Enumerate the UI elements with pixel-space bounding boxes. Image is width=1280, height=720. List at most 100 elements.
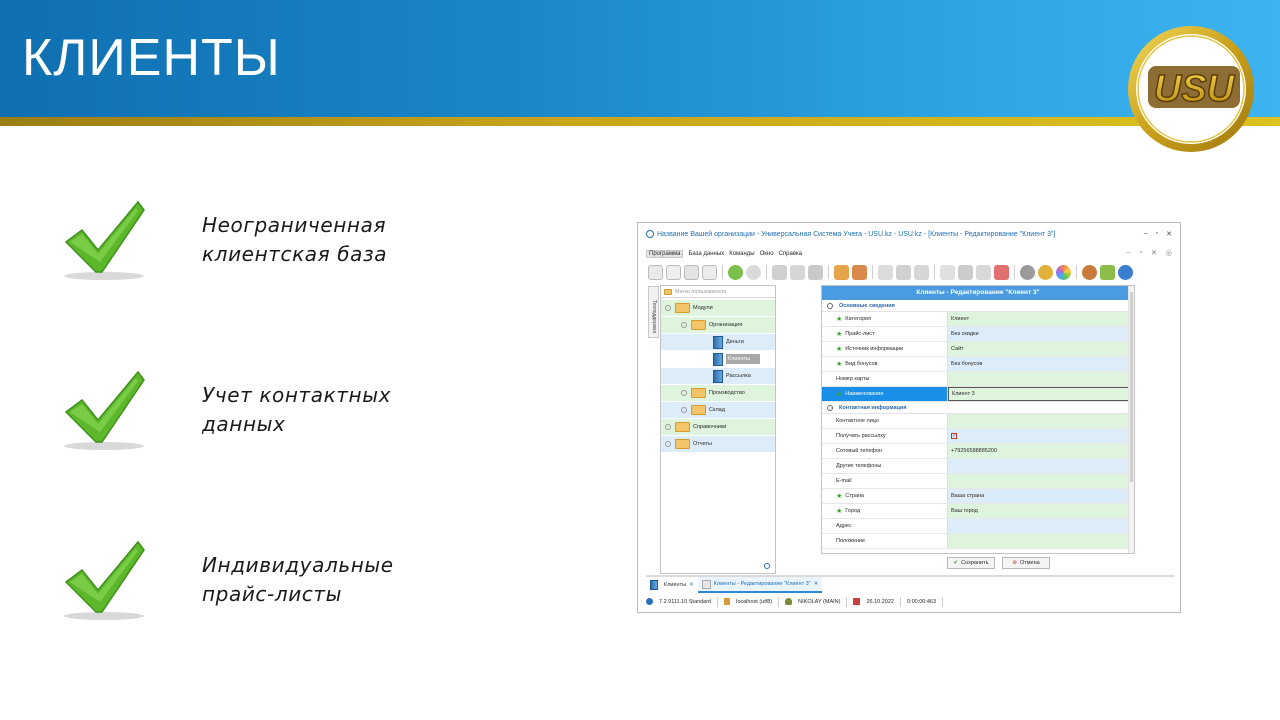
- tree-item-modules[interactable]: Модули: [661, 300, 775, 316]
- tab-client-edit[interactable]: Клиенты - Редактирование "Клиент 3" ✕: [697, 577, 823, 593]
- add-column-icon[interactable]: [940, 264, 955, 280]
- edit-icon[interactable]: [684, 264, 699, 280]
- book-icon: [713, 369, 723, 383]
- users-icon[interactable]: [1100, 264, 1115, 280]
- feature-2: Учет контактных данных: [202, 381, 391, 439]
- menu-help[interactable]: Справка: [779, 251, 803, 257]
- mailing-checkbox[interactable]: ✓: [951, 433, 957, 439]
- minimize-icon[interactable]: –: [1144, 230, 1148, 238]
- filter-icon[interactable]: [772, 264, 787, 280]
- support-side-tab[interactable]: Техподдержка: [648, 286, 659, 338]
- search-icon[interactable]: [764, 563, 770, 569]
- group-icon[interactable]: [878, 264, 893, 280]
- field-name[interactable]: ★ Наименование Клиент 3: [822, 387, 1134, 402]
- expand-icon[interactable]: [681, 407, 687, 413]
- field-receive-mailing[interactable]: Получать рассылку ✓: [822, 429, 1134, 444]
- tree-header-label: Меню пользователя: [675, 288, 727, 295]
- field-address[interactable]: Адрес: [822, 519, 1134, 534]
- field-position[interactable]: Положение: [822, 534, 1134, 549]
- tree-item-references[interactable]: Справочники: [661, 419, 775, 435]
- user-icon[interactable]: [1082, 264, 1097, 280]
- field-email[interactable]: E-mail: [822, 474, 1134, 489]
- field-contact-person[interactable]: Контактное лицо: [822, 414, 1134, 429]
- mdi-close-icon[interactable]: ✕: [1151, 249, 1157, 257]
- form-scrollbar[interactable]: [1128, 286, 1134, 553]
- calendar-icon: [853, 598, 861, 605]
- menu-window[interactable]: Окно: [760, 251, 774, 257]
- expand-icon[interactable]: [896, 264, 911, 280]
- save-button[interactable]: ✔ Сохранить: [947, 557, 995, 569]
- database-icon: [724, 598, 731, 605]
- mdi-minimize-icon[interactable]: –: [1127, 249, 1131, 257]
- filter-row-icon[interactable]: [790, 264, 805, 280]
- checkmark-icon: [64, 540, 145, 620]
- status-bar: 7.2.9111.10 Standard localhost (utf8) NI…: [646, 595, 1174, 608]
- info-icon: [646, 598, 653, 605]
- collapse-icon[interactable]: [827, 404, 833, 411]
- collapse-icon[interactable]: [914, 264, 929, 280]
- print-icon[interactable]: [958, 264, 973, 280]
- edit-icon: [701, 579, 711, 589]
- collapse-icon[interactable]: [681, 322, 687, 328]
- field-mobile-phone[interactable]: Сотовый телефон +79256588885200: [822, 444, 1134, 459]
- field-card-number[interactable]: Номер карты: [822, 372, 1134, 387]
- section-contact-info[interactable]: Контактная информация: [822, 402, 1134, 414]
- tree-item-reports[interactable]: Отчеты: [661, 436, 775, 452]
- collapse-icon[interactable]: [827, 302, 833, 309]
- tree-item-production[interactable]: Производство: [661, 385, 775, 401]
- delete-icon[interactable]: [702, 264, 717, 280]
- field-info-source[interactable]: ★ Источник информации Сайт: [822, 342, 1134, 357]
- window-titlebar: Название Вашей организации - Универсальн…: [638, 223, 1180, 245]
- color-wheel-icon[interactable]: [1056, 264, 1071, 280]
- image-icon[interactable]: [852, 264, 867, 280]
- field-category[interactable]: ★ Категория Клиент: [822, 312, 1134, 327]
- header-gold-line: [0, 117, 1280, 126]
- field-bonus-type[interactable]: ★ Вид бонусов Без бонусов: [822, 357, 1134, 372]
- cancel-button[interactable]: ⊗ Отмена: [1002, 557, 1050, 569]
- gear-icon[interactable]: [1020, 264, 1035, 280]
- menu-commands[interactable]: Команды: [729, 251, 754, 257]
- field-country[interactable]: ★ Страна Ваша страна: [822, 489, 1134, 504]
- export-icon[interactable]: [976, 264, 991, 280]
- window-title: Название Вашей организации - Универсальн…: [657, 230, 1056, 238]
- expand-icon[interactable]: [681, 390, 687, 396]
- expand-icon[interactable]: [665, 424, 671, 430]
- close-icon[interactable]: ✕: [1166, 230, 1172, 238]
- maximize-icon[interactable]: ▫: [1156, 230, 1158, 238]
- mdi-settings-icon[interactable]: ◎: [1166, 249, 1172, 257]
- info-icon[interactable]: [1118, 264, 1133, 280]
- checkmark-icon: [64, 200, 145, 280]
- mdi-restore-icon[interactable]: ▫: [1140, 249, 1142, 257]
- tree-item-clients[interactable]: Клиенты: [661, 351, 775, 367]
- menu-program[interactable]: Программа: [646, 250, 684, 258]
- menu-database[interactable]: База данных: [688, 251, 724, 257]
- refresh-icon[interactable]: [728, 264, 743, 280]
- expand-icon[interactable]: [665, 441, 671, 447]
- close-tab-icon[interactable]: ✕: [689, 582, 694, 588]
- clear-filter-icon[interactable]: [808, 264, 823, 280]
- flag-icon[interactable]: [834, 264, 849, 280]
- tree-item-mailing[interactable]: Рассылка: [661, 368, 775, 384]
- required-star-icon: ★: [836, 316, 843, 323]
- slide: КЛИЕНТЫ USU Неограниченная клиентская ба…: [0, 0, 1280, 720]
- feature-3: Индивидуальные прайс-листы: [202, 551, 394, 609]
- feature-2-line-1: Учет контактных: [202, 383, 392, 407]
- tree-item-organization[interactable]: Организация: [661, 317, 775, 333]
- copy-icon[interactable]: [666, 264, 681, 280]
- collapse-icon[interactable]: [665, 305, 671, 311]
- tree-item-warehouse[interactable]: Склад: [661, 402, 775, 418]
- field-price-list[interactable]: ★ Прайс-лист Без скидки: [822, 327, 1134, 342]
- status-version: 7.2.9111.10 Standard: [659, 598, 712, 605]
- calendar-icon[interactable]: [994, 264, 1009, 280]
- close-tab-icon[interactable]: ✕: [814, 581, 819, 587]
- section-basic-info[interactable]: Основные сведения: [822, 300, 1134, 312]
- field-other-phones[interactable]: Другие телефоны: [822, 459, 1134, 474]
- tree-item-money[interactable]: Деньги: [661, 334, 775, 350]
- document-tabs: Клиенты ✕ Клиенты - Редактирование "Клие…: [646, 575, 1174, 593]
- location-icon[interactable]: [1038, 264, 1053, 280]
- new-record-icon[interactable]: [648, 264, 663, 280]
- form-title: Клиенты - Редактирование "Клиент 3": [822, 286, 1134, 300]
- field-city[interactable]: ★ Город Ваш город: [822, 504, 1134, 519]
- search-icon[interactable]: [746, 264, 761, 280]
- tab-clients[interactable]: Клиенты ✕: [646, 577, 698, 593]
